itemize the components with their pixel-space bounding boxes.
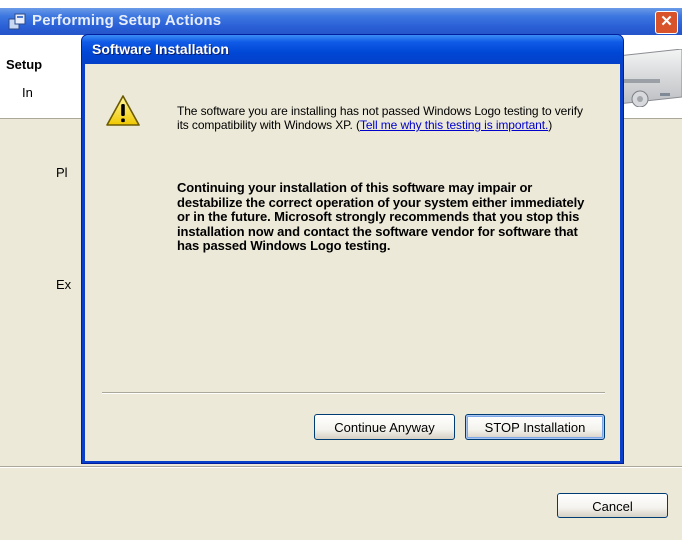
- background-body-text-1: Pl: [56, 165, 68, 180]
- dialog-divider: [102, 392, 605, 394]
- software-installation-dialog: Software Installation The software you a…: [81, 34, 624, 464]
- cancel-button[interactable]: Cancel: [557, 493, 668, 518]
- compatibility-message: The software you are installing has not …: [177, 104, 597, 132]
- stop-installation-button[interactable]: STOP Installation: [465, 414, 605, 440]
- divider: [0, 466, 682, 468]
- setup-heading: Setup: [6, 57, 43, 72]
- dialog-body: The software you are installing has not …: [85, 64, 620, 461]
- warning-icon: [106, 95, 140, 126]
- close-button[interactable]: ✕: [655, 11, 678, 34]
- continue-anyway-button[interactable]: Continue Anyway: [314, 414, 455, 440]
- background-body-text-2: Ex: [56, 277, 72, 292]
- tell-me-why-link[interactable]: Tell me why this testing is important.: [360, 118, 548, 132]
- dialog-title-bar[interactable]: Software Installation: [82, 35, 623, 64]
- background-title-bar: Performing Setup Actions ✕: [0, 8, 682, 35]
- paren-open: (: [352, 118, 360, 132]
- paren-close: ): [548, 118, 553, 132]
- warning-message: Continuing your installation of this sof…: [177, 180, 585, 253]
- setup-subheading: In: [22, 85, 33, 100]
- background-window-title: Performing Setup Actions: [32, 12, 222, 29]
- dialog-title: Software Installation: [92, 41, 229, 57]
- setup-icon: [8, 13, 26, 30]
